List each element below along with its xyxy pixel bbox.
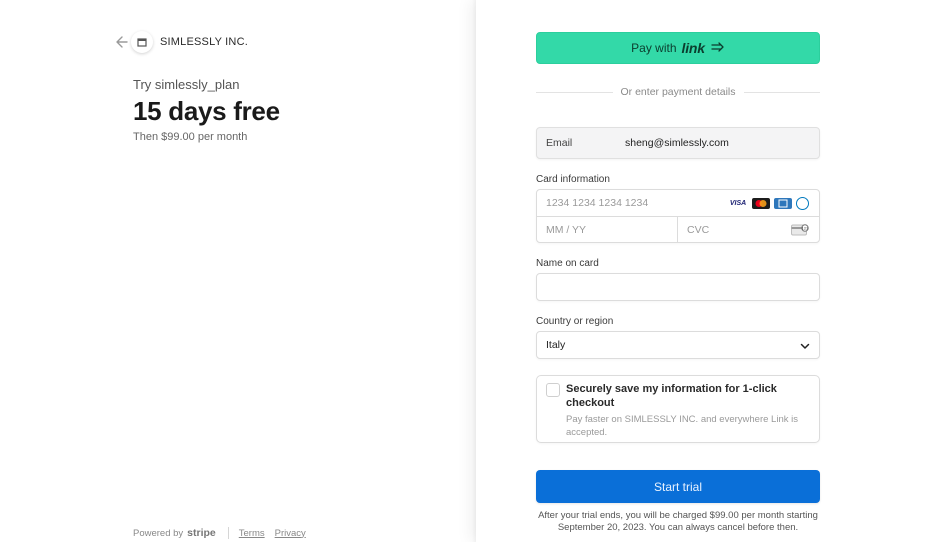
plan-name: Try simlessly_plan	[133, 77, 240, 92]
name-on-card-input[interactable]	[536, 273, 820, 301]
billing-fine-print: After your trial ends, you will be charg…	[538, 510, 818, 533]
card-information-label: Card information	[536, 174, 610, 185]
visa-icon: VISA	[728, 198, 748, 209]
card-expiry-placeholder: MM / YY	[546, 224, 587, 236]
start-trial-label: Start trial	[653, 479, 702, 494]
save-info-description: Pay faster on SIMLESSLY INC. and everywh…	[566, 414, 798, 438]
country-value: Italy	[546, 339, 566, 351]
email-label: Email	[546, 137, 573, 149]
country-label: Country or region	[536, 316, 614, 327]
terms-link[interactable]: Terms	[239, 528, 265, 539]
link-logo: link	[681, 40, 706, 56]
footer-divider	[227, 527, 229, 539]
link-button-prefix: Pay with	[631, 41, 677, 55]
card-number-placeholder: 1234 1234 1234 1234	[546, 197, 649, 209]
diners-icon	[796, 197, 809, 210]
card-cvc-input[interactable]: CVC 123	[678, 217, 819, 243]
start-trial-button[interactable]: Start trial	[536, 470, 820, 503]
save-info-checkbox[interactable]	[546, 383, 560, 397]
country-select[interactable]: Italy	[536, 331, 820, 359]
save-info-title: Securely save my information for 1-click…	[566, 383, 777, 409]
card-information-group: 1234 1234 1234 1234 VISA MM / YY CVC 123	[536, 189, 820, 243]
card-cvc-placeholder: CVC	[687, 224, 710, 236]
or-divider-text: Or enter payment details	[620, 86, 736, 98]
back-arrow-icon[interactable]	[115, 33, 131, 51]
chevron-down-icon	[800, 341, 810, 354]
name-on-card-label: Name on card	[536, 258, 599, 269]
privacy-link[interactable]: Privacy	[275, 528, 306, 539]
footer: Powered by stripe Terms Privacy	[133, 527, 316, 539]
powered-by-label: Powered by	[133, 527, 184, 539]
card-expiry-input[interactable]: MM / YY	[537, 217, 678, 243]
arrow-right-icon	[711, 41, 725, 55]
email-field[interactable]: Email sheng@simlessly.com	[536, 127, 820, 159]
card-brands: VISA	[728, 197, 809, 210]
recurring-price: Then $99.00 per month	[133, 131, 248, 143]
amex-icon	[774, 198, 792, 209]
svg-text:123: 123	[802, 227, 809, 231]
merchant-name: SIMLESSLY INC.	[160, 36, 248, 48]
trial-headline: 15 days free	[133, 96, 280, 126]
payment-panel	[476, 0, 940, 542]
cvc-card-icon: 123	[791, 224, 809, 239]
store-icon	[131, 31, 153, 53]
stripe-logo[interactable]: stripe	[187, 527, 216, 539]
mastercard-icon	[752, 198, 770, 209]
link-save-info-box: Securely save my information for 1-click…	[536, 375, 820, 443]
email-value: sheng@simlessly.com	[625, 137, 729, 149]
pay-with-link-button[interactable]: Pay with link	[536, 32, 820, 64]
or-divider: Or enter payment details	[536, 85, 821, 99]
